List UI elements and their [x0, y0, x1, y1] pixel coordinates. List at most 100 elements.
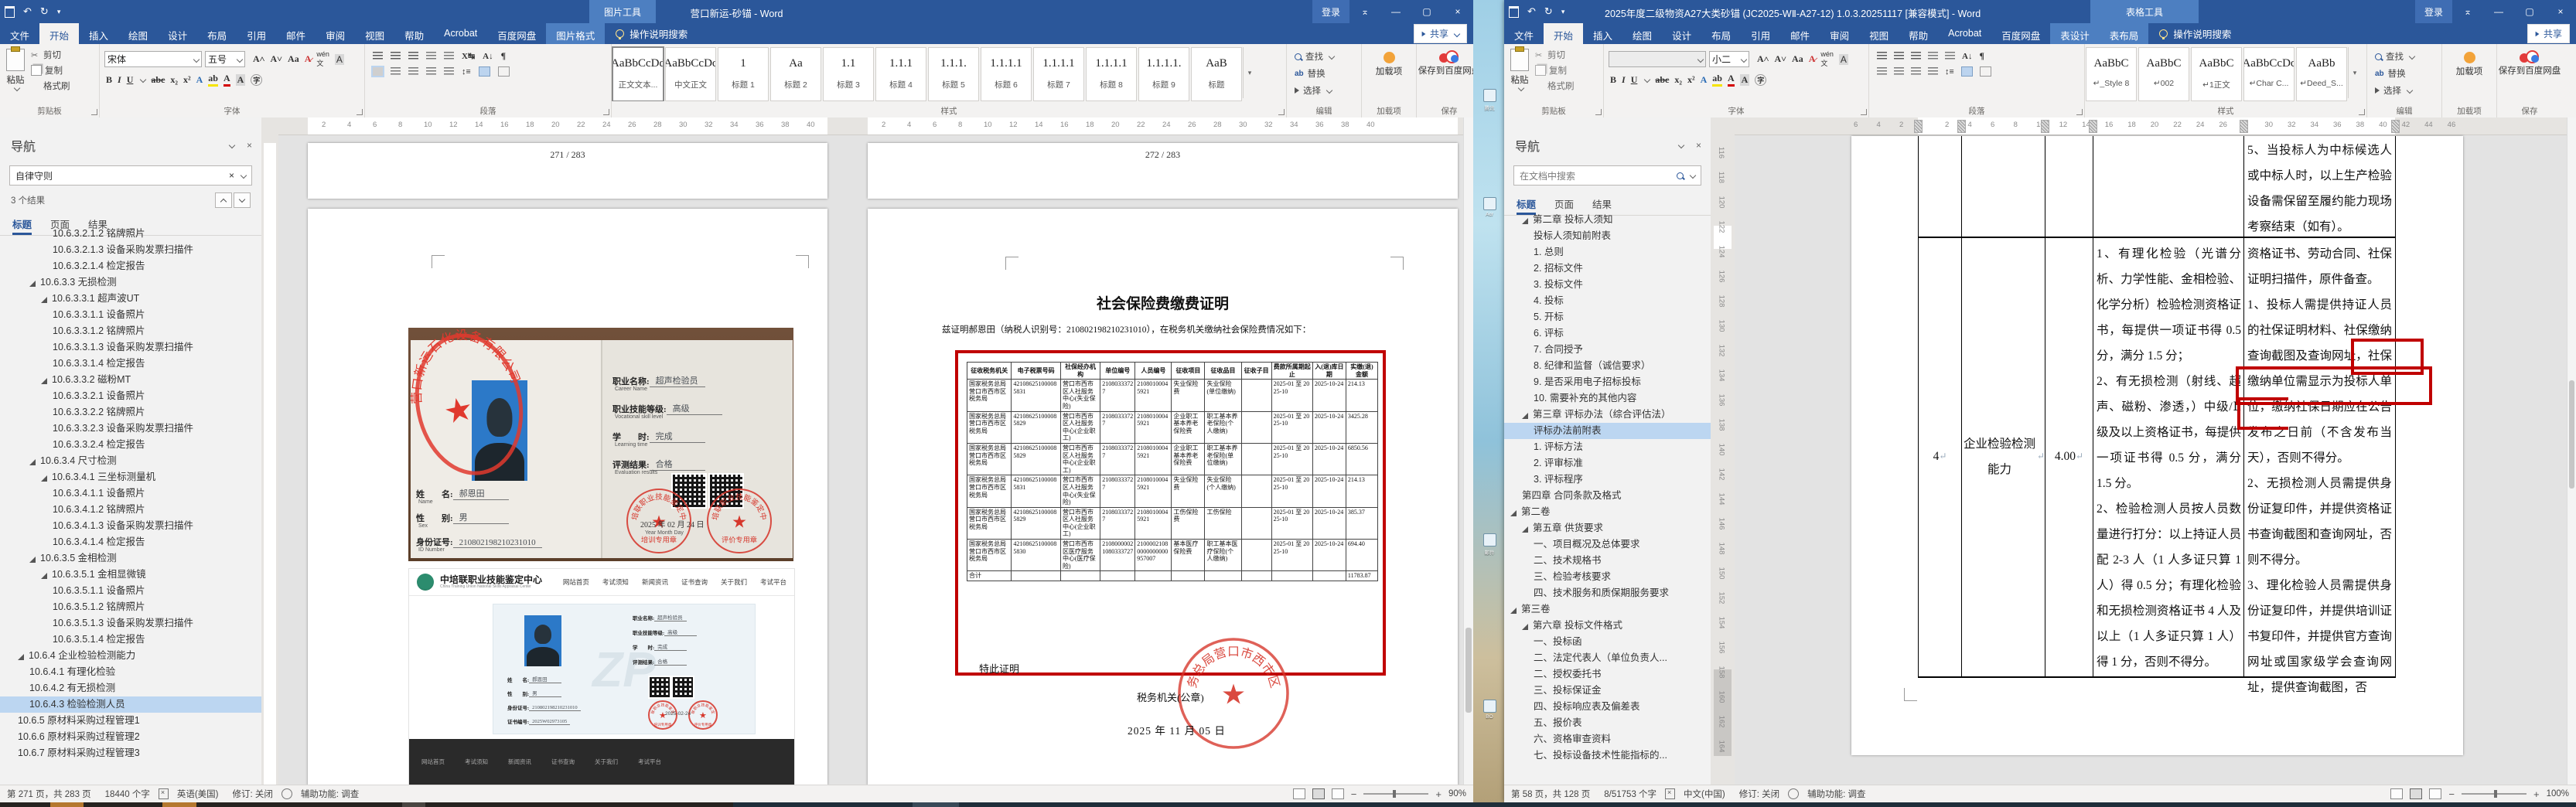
nav-item[interactable]: 10.6.3.5.1.3 设备采购发票扫描件	[0, 615, 261, 632]
table-column-marker[interactable]	[2391, 120, 2400, 133]
nav-item[interactable]: 8. 纪律和监督（诚信要求）	[1504, 358, 1711, 374]
nav-item[interactable]: 第四章 合同条款及格式	[1504, 488, 1711, 504]
nav-item[interactable]: 三、投标保证金	[1504, 683, 1711, 699]
zoom-percent[interactable]: 90%	[1448, 789, 1466, 798]
zoom-out-button[interactable]: −	[2448, 788, 2455, 800]
ribbon-display-options-icon[interactable]: ⌅	[2452, 0, 2483, 23]
align-left-icon[interactable]	[371, 66, 384, 77]
nav-item[interactable]: 二、法定代表人（单位负责人...	[1504, 650, 1711, 666]
nav-item[interactable]: 七、投标设备技术性能指标的...	[1504, 747, 1711, 764]
shading-icon[interactable]: A	[1739, 73, 1750, 86]
undo-icon[interactable]: ↶	[23, 5, 32, 18]
tab-布局[interactable]: 布局	[197, 23, 237, 44]
multilevel-list-icon[interactable]	[408, 52, 418, 60]
tab-视图[interactable]: 视图	[355, 23, 394, 44]
shrink-font-icon[interactable]: A˅	[271, 53, 283, 65]
tab-开始[interactable]: 开始	[1544, 23, 1584, 44]
paragraph-dialog-launcher[interactable]	[2076, 109, 2083, 115]
site-link-考试平台[interactable]: 考试平台	[760, 577, 786, 587]
addins-button[interactable]: 加载项	[2442, 66, 2496, 77]
read-mode-icon[interactable]	[2390, 788, 2404, 799]
multilevel-list-icon[interactable]	[1911, 52, 1921, 60]
underline-icon[interactable]: U	[127, 74, 134, 86]
superscript-icon[interactable]: x²	[183, 74, 191, 86]
nav-item[interactable]: 3. 评标程序	[1504, 472, 1711, 488]
nav-item[interactable]: 六、资格审查资料	[1504, 731, 1711, 747]
tab-视图[interactable]: 视图	[1859, 23, 1899, 44]
expand-arrow[interactable]	[41, 297, 47, 303]
expand-arrow[interactable]	[1510, 608, 1517, 614]
nav-collapse-icon[interactable]	[228, 141, 236, 149]
align-center-icon[interactable]	[391, 67, 401, 76]
tab-图片格式[interactable]: 图片格式	[546, 23, 606, 44]
close-button[interactable]: ×	[2545, 0, 2576, 23]
nav-item[interactable]: 10.6.6 原材料采购过程管理2	[0, 729, 261, 745]
decrease-indent-icon[interactable]	[426, 52, 436, 60]
qat-customize-icon[interactable]: ▾	[1561, 8, 1565, 16]
replace-button[interactable]: ab 替换	[1295, 67, 1353, 80]
cell-score[interactable]: 4.00	[2045, 237, 2093, 676]
nav-item[interactable]: 10.6.3.5.1.2 铭牌照片	[0, 599, 261, 615]
style-↵1正文[interactable]: AaBbC ↵1正文	[2191, 47, 2242, 101]
search-icon[interactable]	[1677, 172, 1684, 179]
nav-search-input[interactable]: 在文档中搜索	[1513, 165, 1701, 186]
nav-item[interactable]: 10.6.3.2.1.4 检定报告	[0, 258, 261, 274]
show-marks-icon[interactable]: ¶	[1979, 50, 1984, 62]
align-left-icon[interactable]	[1877, 67, 1887, 76]
style-↵_Style 8[interactable]: AaBbC ↵_Style 8	[2086, 47, 2137, 101]
tab-邮件[interactable]: 邮件	[276, 23, 316, 44]
vertical-scrollbar[interactable]	[2567, 117, 2576, 785]
expand-arrow[interactable]	[29, 557, 36, 563]
tab-开始[interactable]: 开始	[39, 23, 80, 44]
nav-item[interactable]: 四、投标响应表及偏差表	[1504, 699, 1711, 715]
nav-item[interactable]: 第六章 投标文件格式	[1504, 618, 1711, 634]
expand-arrow[interactable]	[1522, 218, 1528, 224]
tab-绘图[interactable]: 绘图	[1622, 23, 1662, 44]
align-right-icon[interactable]	[1911, 67, 1921, 76]
minimize-button[interactable]: —	[2483, 0, 2514, 23]
word-count[interactable]: 8/51753 个字	[1597, 788, 1663, 800]
baidu-cloud-icon[interactable]	[1439, 50, 1459, 64]
enclose-char-icon[interactable]: 字	[1755, 73, 1767, 86]
nav-item[interactable]: 10.6.3.3.1.3 设备采购发票扫描件	[0, 339, 261, 356]
format-painter-button[interactable]: 格式刷	[31, 80, 70, 92]
previous-result-button[interactable]	[215, 192, 232, 208]
text-effects-icon[interactable]: A	[196, 74, 203, 86]
nav-item[interactable]: 第三卷	[1504, 601, 1711, 618]
nav-item[interactable]: 10.6.3.3.2.1 设备照片	[0, 388, 261, 404]
nav-item[interactable]: 2. 评审标准	[1504, 455, 1711, 472]
decrease-indent-icon[interactable]	[1928, 52, 1938, 60]
asian-layout-icon[interactable]: X↹	[462, 51, 475, 61]
undo-icon[interactable]: ↶	[1527, 5, 1536, 18]
style-↵002[interactable]: AaBbC ↵002	[2138, 47, 2189, 101]
cell-seq[interactable]: 4	[1919, 237, 1961, 676]
tab-设计[interactable]: 设计	[1662, 23, 1701, 44]
tab-帮助[interactable]: 帮助	[394, 23, 434, 44]
strikethrough-icon[interactable]: abc	[1655, 74, 1669, 86]
style-标题 3[interactable]: 1.1 标题 3	[823, 47, 874, 101]
bullets-icon[interactable]	[373, 52, 383, 60]
nav-item[interactable]: 6. 评标	[1504, 325, 1711, 342]
zoom-slider[interactable]	[2461, 790, 2527, 798]
word-count[interactable]: 18440 个字	[98, 788, 157, 800]
select-button[interactable]: 选择	[2375, 84, 2434, 97]
nav-item[interactable]: 10. 需要补充的其他内容	[1504, 390, 1711, 407]
next-result-button[interactable]	[234, 192, 251, 208]
nav-item[interactable]: 10.6.3.4.1.4 检定报告	[0, 534, 261, 550]
justify-icon[interactable]	[426, 67, 436, 76]
text-effects-icon[interactable]: A	[1701, 74, 1708, 86]
paragraph-dialog-launcher[interactable]	[603, 109, 609, 115]
tab-插入[interactable]: 插入	[79, 23, 118, 44]
expand-arrow[interactable]	[18, 654, 24, 660]
nav-item[interactable]: 10.6.3.2.1.3 设备采购发票扫描件	[0, 242, 261, 258]
style-↵Deed_S...[interactable]: AaBb ↵Deed_S...	[2296, 47, 2347, 101]
tab-帮助[interactable]: 帮助	[1899, 23, 1938, 44]
expand-arrow[interactable]	[1522, 624, 1528, 630]
find-button[interactable]: 查找	[2375, 50, 2434, 63]
borders-icon[interactable]	[1979, 66, 1991, 77]
nav-item[interactable]: 10.6.3.3.1.1 设备照片	[0, 307, 261, 323]
cell-row1-requirement[interactable]: 5、当投标人为中标候选人或中标人时，以上生产检验设备需保留至履约能力现场考察结束…	[2247, 138, 2392, 240]
search-options-icon[interactable]	[240, 172, 247, 179]
site-link-证书查询[interactable]: 证书查询	[551, 758, 575, 766]
site-link-考试平台[interactable]: 考试平台	[638, 758, 661, 766]
